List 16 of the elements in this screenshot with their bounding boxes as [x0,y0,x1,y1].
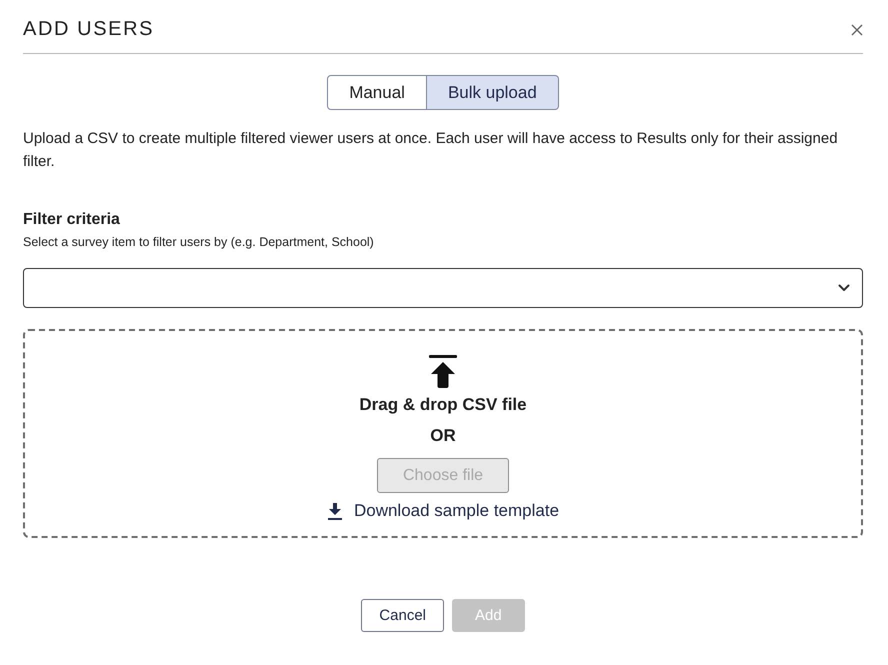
chevron-down-icon [838,284,850,292]
upload-icon [429,355,457,388]
drop-prompt: Drag & drop CSV file [359,395,527,415]
close-icon [851,24,863,36]
or-separator: OR [430,426,456,446]
tab[interactable]: Manual [327,75,427,110]
filter-label: Filter criteria [23,211,121,229]
dialog-title: ADD USERS [23,18,154,41]
description-text: Upload a CSV to create multiple filtered viewer users at once. Each user will have access to Results only for their assigned filter. [23,129,839,172]
filter-hint: Select a survey item to filter users by (e.g. Department, School) [23,235,375,249]
cancel-button[interactable]: Cancel [361,599,444,632]
filter-select[interactable] [23,268,863,308]
close-button[interactable] [849,22,865,38]
tab[interactable]: Bulk upload [426,75,559,110]
download-template-link[interactable]: Download sample template [354,501,560,521]
download-icon [326,502,343,520]
